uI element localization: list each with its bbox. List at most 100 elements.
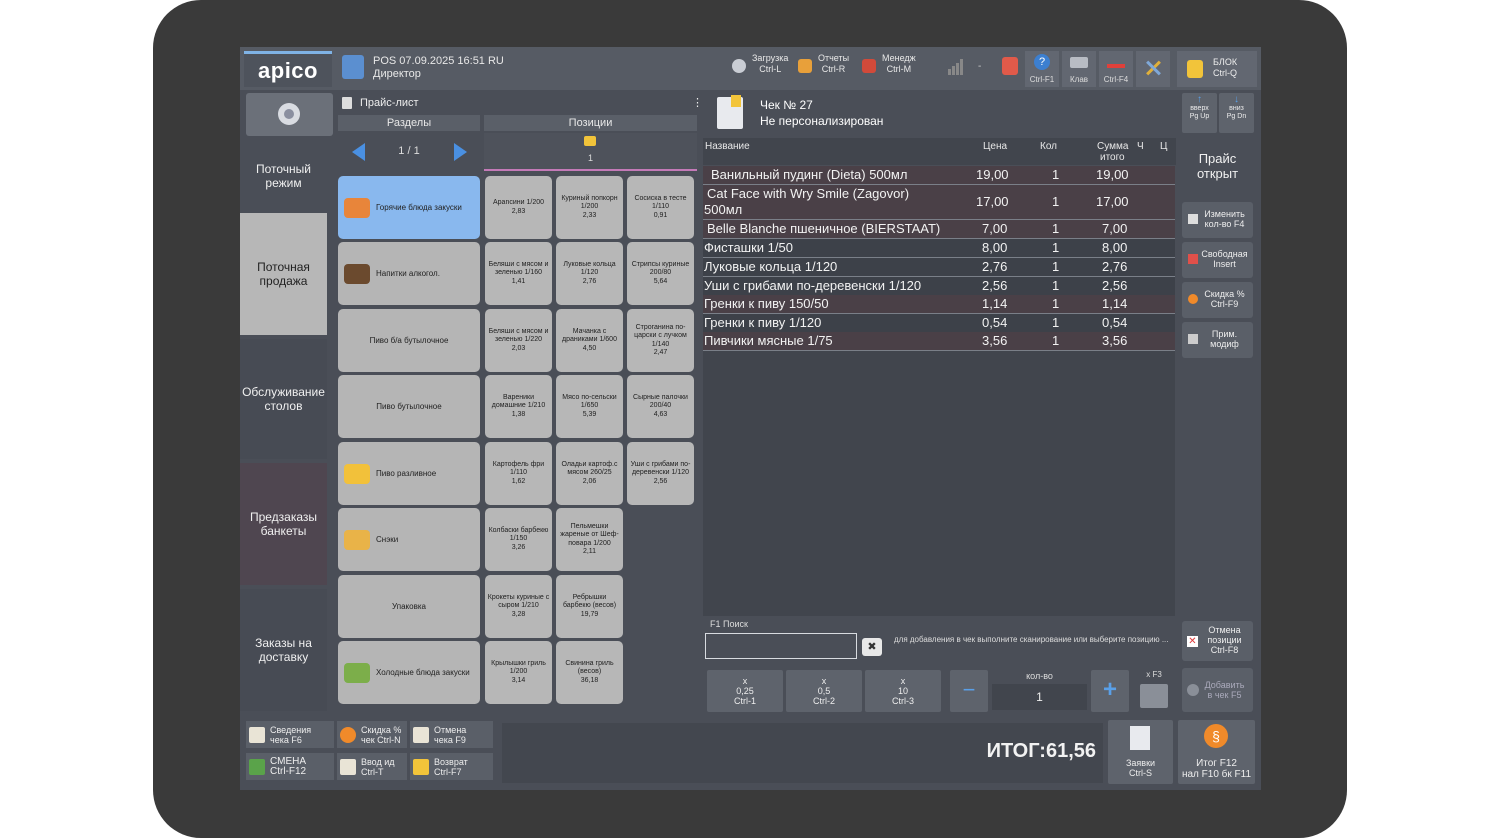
receipt-info-button[interactable]: Сведения чека F6 — [246, 721, 334, 748]
reports-button[interactable]: Отчеты Ctrl-R — [798, 53, 849, 75]
menu-item[interactable]: Свинина гриль (весов) 36,18 — [556, 641, 623, 704]
load-button[interactable]: Загрузка Ctrl-L — [732, 53, 788, 75]
receipt-row[interactable]: Ванильный пудинг (Dieta) 500мл 19,00 1 1… — [703, 166, 1175, 185]
menu-item[interactable]: Крокеты куриные с сыром 1/210 3,28 — [485, 575, 552, 638]
enter-id-button[interactable]: Ввод ид Ctrl-T — [337, 753, 407, 780]
menu-item[interactable]: Сосиска в тесте 1/110 0,91 — [627, 176, 694, 239]
receipt-row[interactable]: Cat Face with Wry Smile (Zagovor) 500мл … — [703, 185, 1175, 220]
cancel-receipt-button[interactable]: Отмена чека F9 — [410, 721, 493, 748]
menu-item[interactable]: Вареники домашние 1/210 1,38 — [485, 375, 552, 438]
receipt-row[interactable]: Гренки к пиву 150/50 1,14 1 1,14 — [703, 295, 1175, 314]
receipt-row[interactable]: Фисташки 1/50 8,00 1 8,00 — [703, 239, 1175, 258]
category-draft-beer[interactable]: Пиво разливное — [338, 442, 480, 505]
menu-item[interactable]: Оладьи картоф.с мясом 260/25 2,06 — [556, 442, 623, 505]
folder-icon — [584, 136, 596, 146]
multiplier-05-button[interactable]: x 0,5 Ctrl-2 — [786, 670, 862, 712]
qty-label: кол-во — [1026, 671, 1053, 681]
menu-item[interactable]: Куриный попкорн 1/200 2,33 — [556, 176, 623, 239]
tools-button[interactable] — [1136, 51, 1170, 87]
scale-icon — [1140, 684, 1168, 708]
help-button[interactable]: ? Ctrl-F1 — [1025, 51, 1059, 87]
user-icon[interactable] — [342, 55, 364, 79]
menu-item[interactable]: Пельмешки жареные от Шеф-повара 1/200 2,1… — [556, 508, 623, 571]
menu-item[interactable]: Колбаски барбекю 1/150 3,26 — [485, 508, 552, 571]
menu-item[interactable]: Стрипсы куриные 200/80 5,64 — [627, 242, 694, 305]
category-packaging[interactable]: Упаковка — [338, 575, 480, 638]
search-input[interactable] — [705, 633, 857, 659]
category-alcohol-drinks[interactable]: Напитки алкогол. — [338, 242, 480, 305]
manager-button[interactable]: Менедж Ctrl-M — [862, 53, 916, 75]
nav-flow-sale[interactable]: Поточная продажа — [240, 213, 327, 335]
category-bottled-beer[interactable]: Пиво бутылочное — [338, 375, 480, 438]
f3-multiply-button[interactable]: x F3 — [1136, 670, 1172, 712]
menu-dots-icon[interactable]: ⋮ — [692, 93, 703, 113]
menu-item[interactable]: Беляши с мясом и зеленью 1/220 2,03 — [485, 309, 552, 372]
receipt-info-icon — [249, 726, 265, 743]
receipt-row[interactable]: Луковые кольца 1/120 2,76 1 2,76 — [703, 258, 1175, 277]
nav-delivery-orders[interactable]: Заказы на доставку — [240, 589, 327, 711]
receipt-customer: Не персонализирован — [760, 114, 884, 128]
keyboard-button[interactable]: Клав — [1062, 51, 1096, 87]
arrow-down-icon: ↓ — [1234, 94, 1239, 105]
scroll-up-button[interactable]: ↑ вверх Pg Up — [1182, 93, 1217, 133]
discount-icon — [1188, 294, 1198, 304]
menu-item[interactable]: Арancини 1/200 2,83 — [485, 176, 552, 239]
nav-table-service[interactable]: Обслуживание столов — [240, 339, 327, 459]
final-total-button[interactable]: § Итог F12 нал F10 бк F11 — [1178, 720, 1255, 784]
category-snacks[interactable]: Снэки — [338, 508, 480, 571]
receipt-row[interactable]: Уши с грибами по-деревенски 1/120 2,56 1… — [703, 277, 1175, 296]
printer-icon[interactable] — [1002, 57, 1018, 75]
change-qty-button[interactable]: Изменить кол-во F4 — [1182, 202, 1253, 238]
next-page-icon[interactable] — [454, 143, 467, 161]
return-button[interactable]: Возврат Ctrl-F7 — [410, 753, 493, 780]
keyboard-icon — [1070, 57, 1088, 68]
receipt-empty-area — [703, 351, 1175, 616]
receipt-row[interactable]: Belle Blanche пшеничное (BIERSTAAT) 7,00… — [703, 220, 1175, 239]
free-price-button[interactable]: Свободная Insert — [1182, 242, 1253, 278]
menu-item[interactable]: Мясо по-сельски 1/650 5,39 — [556, 375, 623, 438]
positions-folder-tab[interactable]: 1 — [484, 133, 697, 171]
ctrl-f4-button[interactable]: Ctrl-F4 — [1099, 51, 1133, 87]
help-icon: ? — [1034, 54, 1050, 70]
modifier-note-button[interactable]: Прим. модиф — [1182, 322, 1253, 358]
menu-item[interactable]: Мачанка с драниками 1/600 4,50 — [556, 309, 623, 372]
menu-item[interactable]: Сырные палочки 200/40 4,63 — [627, 375, 694, 438]
category-nonalc-bottled-beer[interactable]: Пиво б/а бутылочное — [338, 309, 480, 372]
menu-item[interactable]: Ребрышки барбекю (весов) 19,79 — [556, 575, 623, 638]
menu-item[interactable]: Беляши с мясом и зеленью 1/160 1,41 — [485, 242, 552, 305]
menu-item[interactable]: Картофель фри 1/110 1,62 — [485, 442, 552, 505]
qty-minus-button[interactable]: − — [950, 670, 988, 712]
pos-datetime: POS 07.09.2025 16:51 RU — [373, 55, 504, 67]
qty-plus-button[interactable]: + — [1091, 670, 1129, 712]
cancel-position-button[interactable]: ✕ Отмена позиции Ctrl-F8 — [1182, 621, 1253, 661]
category-hot-dishes[interactable]: Горячие блюда закуски — [338, 176, 480, 239]
add-to-receipt-button[interactable]: Добавить в чек F5 — [1182, 668, 1253, 712]
receipt-row[interactable]: Пивчики мясные 1/75 3,56 1 3,56 — [703, 332, 1175, 351]
multiplier-10-button[interactable]: x 10 Ctrl-3 — [865, 670, 941, 712]
search-hint: для добавления в чек выполните сканирова… — [894, 635, 1169, 644]
nav-flow-mode[interactable]: Поточный режим — [240, 140, 327, 212]
scroll-down-button[interactable]: ↓ вниз Pg Dn — [1219, 93, 1254, 133]
lock-button[interactable]: БЛОК Ctrl-Q — [1177, 51, 1257, 87]
menu-item[interactable]: Крылышки гриль 1/200 3,14 — [485, 641, 552, 704]
menu-item[interactable]: Уши с грибами по-деревенски 1/120 2,56 — [627, 442, 694, 505]
category-cold-dishes[interactable]: Холодные блюда закуски — [338, 641, 480, 704]
sections-pager: 1 / 1 — [338, 133, 480, 171]
user-role: Директор — [373, 68, 421, 80]
menu-item[interactable]: Строганина по-царски с лучком 1/140 2,47 — [627, 309, 694, 372]
orders-button[interactable]: Заявки Ctrl-S — [1108, 720, 1173, 784]
clear-search-icon[interactable]: ✖ — [862, 638, 882, 656]
qty-input[interactable]: 1 — [992, 684, 1087, 710]
back-button[interactable] — [246, 93, 333, 136]
nav-preorders-banquets[interactable]: Предзаказы банкеты — [240, 463, 327, 585]
menu-item[interactable]: Луковые кольца 1/120 2,76 — [556, 242, 623, 305]
food-plate-icon — [344, 197, 370, 218]
free-item-icon — [1188, 254, 1198, 264]
shift-button[interactable]: СМЕНА Ctrl-F12 — [246, 753, 334, 780]
session-info: POS 07.09.2025 16:51 RU Директор — [373, 55, 504, 81]
receipt-icon — [717, 95, 743, 129]
discount-button[interactable]: Скидка % Ctrl-F9 — [1182, 282, 1253, 318]
receipt-row[interactable]: Гренки к пиву 1/120 0,54 1 0,54 — [703, 314, 1175, 333]
receipt-discount-button[interactable]: Скидка % чек Ctrl-N — [337, 721, 407, 748]
multiplier-025-button[interactable]: x 0,25 Ctrl-1 — [707, 670, 783, 712]
